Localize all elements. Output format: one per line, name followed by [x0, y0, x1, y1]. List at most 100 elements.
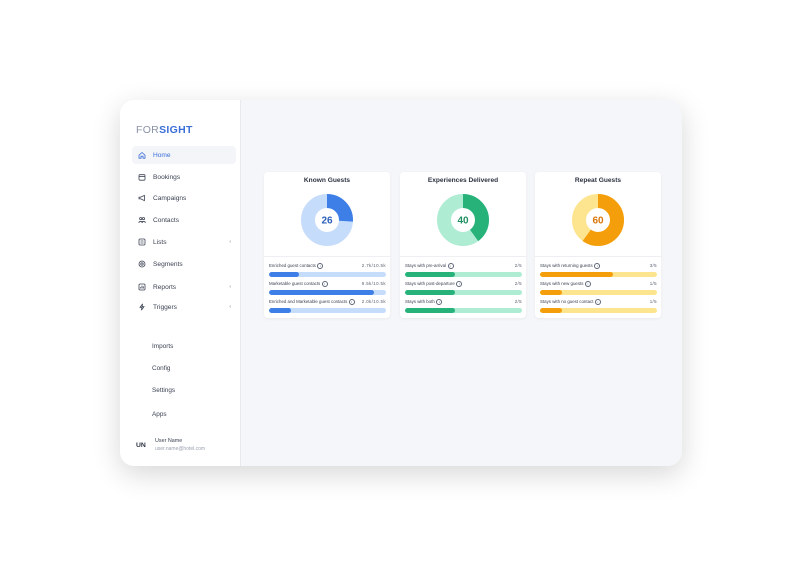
metric-label: Stays with pre-arrival — [405, 263, 446, 269]
progress-fill — [405, 308, 456, 313]
progress-bar — [269, 290, 386, 295]
repeat-guests-card: Repeat Guests 60 Stays with returning gues… — [535, 172, 661, 318]
home-icon — [135, 151, 149, 159]
donut-value: 60 — [592, 215, 604, 226]
nav-item-config[interactable]: Config — [152, 365, 170, 372]
progress-fill — [405, 290, 456, 295]
progress-fill — [269, 290, 375, 295]
metric-row: Stays with returning guests i 3/5 — [540, 263, 657, 277]
nav-item-triggers[interactable]: Triggers ‹ — [132, 298, 236, 316]
megaphone-icon — [135, 194, 149, 202]
nav-item-imports[interactable]: Imports — [152, 343, 173, 350]
metric-value: 2/5 — [514, 281, 522, 286]
info-icon[interactable]: i — [321, 281, 328, 287]
metric-row: Stays with no guest contact i 1/5 — [540, 299, 657, 313]
divider — [264, 256, 390, 257]
progress-fill — [540, 290, 563, 295]
progress-bar — [269, 272, 386, 277]
info-icon[interactable]: i — [594, 299, 601, 305]
calendar-icon — [135, 173, 149, 181]
metric-label: Stays with post-departure — [405, 281, 455, 287]
metric-label: Marketable guest contacts — [269, 281, 321, 287]
known-guests-card: Known Guests 26 Enriched guest contacts i 2.… — [264, 172, 390, 318]
nav-item-segments[interactable]: Segments — [132, 255, 236, 273]
divider — [400, 256, 526, 257]
card-title: Known Guests — [303, 177, 351, 184]
progress-bar — [540, 308, 657, 313]
metric-label: Stays with no guest contact — [540, 299, 594, 305]
nav-item-label: Segments — [153, 260, 183, 268]
progress-fill — [269, 272, 300, 277]
progress-bar — [405, 272, 522, 277]
metric-label: Stays with both — [405, 299, 435, 305]
triggers-icon — [135, 303, 149, 311]
nav-item-campaigns[interactable]: Campaigns — [132, 189, 236, 207]
nav-item-lists[interactable]: Lists ‹ — [132, 233, 236, 251]
nav-item-label: Campaigns — [153, 194, 187, 202]
metric-label: Stays with new guests — [540, 281, 584, 287]
nav-item-home[interactable]: Home — [132, 146, 236, 164]
donut-chart: 40 — [437, 194, 489, 246]
nav-item-label: Lists — [153, 238, 167, 246]
info-icon[interactable]: i — [348, 299, 355, 305]
progress-fill — [269, 308, 292, 313]
metric-value: 1/5 — [649, 281, 657, 286]
nav-item-label: Home — [153, 151, 171, 159]
brand-logo[interactable]: FORSIGHT — [136, 124, 193, 136]
progress-bar — [405, 290, 522, 295]
card-title: Experiences Delivered — [427, 177, 499, 184]
chevron-left-icon[interactable]: ‹ — [229, 304, 231, 310]
metric-label: Stays with returning guests — [540, 263, 593, 269]
metric-row: Stays with both i 2/5 — [405, 299, 522, 313]
logo-part-1: FOR — [136, 124, 160, 136]
metric-row: Stays with post-departure i 2/5 — [405, 281, 522, 295]
reports-icon — [135, 283, 149, 291]
metric-value: 3/5 — [649, 263, 657, 268]
list-icon — [135, 238, 149, 246]
nav-item-label: Reports — [153, 283, 177, 291]
metric-label: Enriched guest contacts — [269, 263, 316, 269]
sidebar: FORSIGHT Home Bookings Campaigns Contacts Li… — [120, 100, 241, 466]
metric-value: 2.7k/10.5k — [361, 263, 386, 268]
metric-row: Marketable guest contacts i 9.5k/10.5k — [269, 281, 386, 295]
segments-icon — [135, 260, 149, 268]
chevron-left-icon[interactable]: ‹ — [229, 284, 231, 290]
metric-row: Enriched and Marketable guest contacts i 2… — [269, 299, 386, 313]
chevron-left-icon[interactable]: ‹ — [229, 239, 231, 245]
nav-item-reports[interactable]: Reports ‹ — [132, 278, 236, 296]
progress-bar — [540, 272, 657, 277]
metric-value: 2/5 — [514, 299, 522, 304]
progress-bar — [540, 290, 657, 295]
progress-bar — [269, 308, 386, 313]
nav-item-bookings[interactable]: Bookings — [132, 168, 236, 186]
info-icon[interactable]: i — [436, 299, 443, 305]
user-email: user.name@hotel.com — [155, 446, 206, 452]
metric-row: Stays with pre-arrival i 2/5 — [405, 263, 522, 277]
progress-fill — [540, 308, 563, 313]
nav-item-apps[interactable]: Apps — [152, 411, 167, 418]
nav-item-contacts[interactable]: Contacts — [132, 211, 236, 229]
people-icon — [135, 216, 149, 224]
user-initials: UN — [136, 441, 146, 449]
nav-item-label: Contacts — [153, 216, 180, 224]
app-window: FORSIGHT Home Bookings Campaigns Contacts Li… — [120, 100, 682, 466]
user-name: User Name — [155, 438, 183, 444]
logo-part-2: SIGHT — [159, 124, 193, 136]
info-icon[interactable]: i — [594, 263, 601, 269]
metric-value: 2/5 — [514, 263, 522, 268]
info-icon[interactable]: i — [584, 281, 591, 287]
donut-chart: 60 — [572, 194, 624, 246]
nav-item-label: Triggers — [153, 303, 177, 311]
info-icon[interactable]: i — [456, 281, 463, 287]
card-title: Repeat Guests — [574, 177, 622, 184]
metric-value: 9.5k/10.5k — [361, 281, 386, 286]
donut-value: 26 — [321, 215, 333, 226]
user-profile[interactable]: UN User Name user.name@hotel.com — [136, 437, 205, 453]
info-icon[interactable]: i — [447, 263, 454, 269]
progress-fill — [405, 272, 456, 277]
progress-bar — [405, 308, 522, 313]
donut-value: 40 — [457, 215, 469, 226]
progress-fill — [540, 272, 613, 277]
nav-item-settings[interactable]: Settings — [152, 387, 175, 394]
info-icon[interactable]: i — [317, 263, 324, 269]
